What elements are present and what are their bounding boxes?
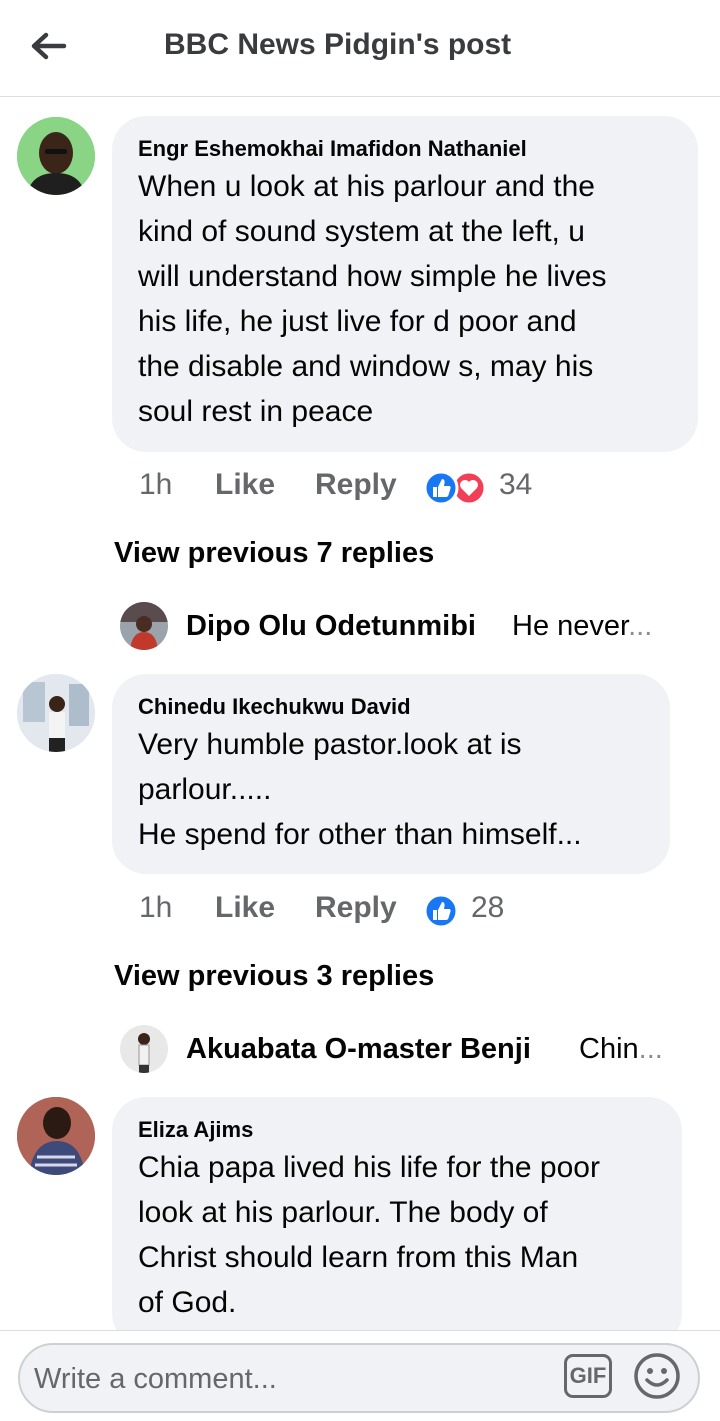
- avatar-photo: [17, 117, 95, 195]
- avatar-photo: [120, 602, 168, 650]
- comment-bubble[interactable]: Engr Eshemokhai Imafidon Nathaniel When …: [112, 116, 698, 452]
- comment-author[interactable]: Engr Eshemokhai Imafidon Nathaniel: [138, 134, 672, 164]
- view-previous-replies-link[interactable]: View previous 3 replies: [114, 960, 434, 993]
- comment-input-placeholder: Write a comment...: [34, 1363, 277, 1395]
- like-button[interactable]: Like: [215, 468, 275, 502]
- back-arrow-icon[interactable]: [28, 26, 68, 66]
- comment-input[interactable]: Write a comment... GIF: [18, 1343, 700, 1413]
- avatar-photo: [17, 674, 95, 752]
- post-header: BBC News Pidgin's post: [0, 0, 720, 97]
- comment-text: Chia papa lived his life for the poor lo…: [138, 1151, 600, 1319]
- reply-snippet: He never...: [512, 610, 652, 643]
- comment-time[interactable]: 1h: [139, 468, 172, 502]
- comment-time[interactable]: 1h: [139, 891, 172, 925]
- comment-text: When u look at his parlour and the kind …: [138, 170, 607, 428]
- reaction-count[interactable]: 28: [471, 891, 504, 925]
- reactions-icon[interactable]: [423, 470, 487, 506]
- view-previous-replies-link[interactable]: View previous 7 replies: [114, 537, 434, 570]
- avatar-photo: [120, 1025, 168, 1073]
- comment-author[interactable]: Chinedu Ikechukwu David: [138, 692, 644, 722]
- comment-actions: 1h Like Reply 28: [139, 891, 699, 931]
- reply-button[interactable]: Reply: [315, 891, 397, 925]
- avatar[interactable]: [120, 1025, 168, 1073]
- comment-bubble[interactable]: Eliza Ajims Chia papa lived his life for…: [112, 1097, 682, 1347]
- reply-author[interactable]: Akuabata O-master Benji: [186, 1033, 531, 1066]
- avatar[interactable]: [17, 117, 95, 195]
- reply-ellipsis: ...: [628, 610, 653, 642]
- comment-composer: Write a comment... GIF: [0, 1330, 720, 1421]
- reply-ellipsis: ...: [638, 1033, 663, 1065]
- comment-text: Very humble pastor.look at is parlour...…: [138, 728, 582, 851]
- comment-author[interactable]: Eliza Ajims: [138, 1115, 656, 1145]
- avatar-photo: [17, 1097, 95, 1175]
- reply-snippet: Chin...: [579, 1033, 663, 1066]
- like-button[interactable]: Like: [215, 891, 275, 925]
- avatar[interactable]: [17, 1097, 95, 1175]
- latest-reply[interactable]: Akuabata O-master Benji Chin...: [120, 1025, 680, 1077]
- reaction-count[interactable]: 34: [499, 468, 532, 502]
- comment-bubble[interactable]: Chinedu Ikechukwu David Very humble past…: [112, 674, 670, 874]
- like-reaction-icon[interactable]: [423, 893, 459, 929]
- page-title: BBC News Pidgin's post: [164, 28, 512, 61]
- reply-snippet-text: He never: [512, 610, 629, 642]
- reply-button[interactable]: Reply: [315, 468, 397, 502]
- emoji-icon[interactable]: [632, 1351, 682, 1401]
- reply-author[interactable]: Dipo Olu Odetunmibi: [186, 610, 476, 643]
- avatar[interactable]: [120, 602, 168, 650]
- latest-reply[interactable]: Dipo Olu Odetunmibi He never...: [120, 602, 680, 654]
- gif-button[interactable]: GIF: [564, 1354, 612, 1398]
- comment-actions: 1h Like Reply 34: [139, 468, 699, 508]
- reply-snippet-text: Chin: [579, 1033, 639, 1065]
- avatar[interactable]: [17, 674, 95, 752]
